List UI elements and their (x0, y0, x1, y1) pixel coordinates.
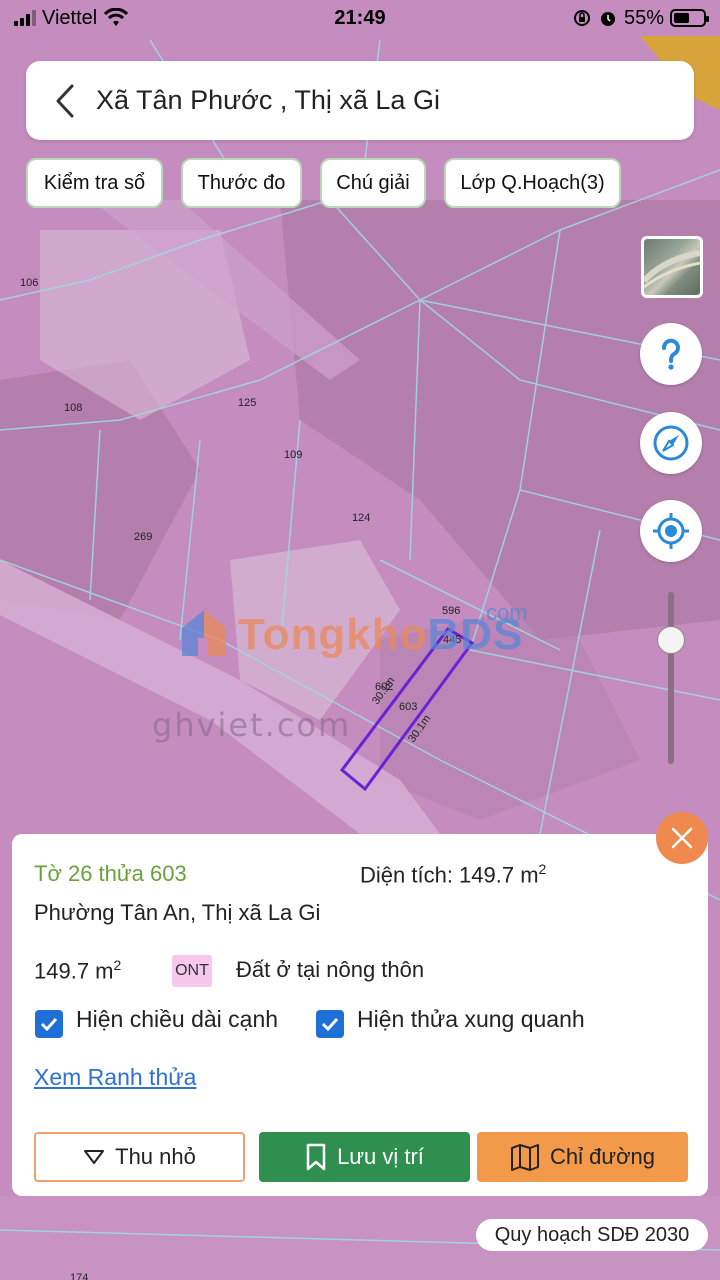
wifi-icon (104, 8, 129, 26)
collapse-button[interactable]: Thu nhỏ (34, 1132, 245, 1182)
parcel-number: 125 (238, 397, 257, 409)
area-value: 149.7 m2 (34, 957, 122, 984)
parcel-number: 174 (70, 1272, 89, 1280)
battery-percent: 55% (623, 6, 664, 29)
parcel-number: 109 (284, 449, 303, 461)
zoom-slider-track[interactable] (668, 592, 674, 764)
compass-icon (653, 425, 689, 461)
close-button[interactable] (656, 812, 708, 864)
signal-icon (14, 10, 36, 26)
edge-length-checkbox[interactable] (35, 1010, 63, 1038)
help-icon (662, 338, 680, 370)
triangle-down-icon (84, 1150, 105, 1164)
parcel-number: 108 (64, 402, 83, 414)
chip-check-book[interactable]: Kiểm tra sổ (26, 158, 163, 208)
save-location-button[interactable]: Lưu vị trí (259, 1132, 470, 1182)
collapse-label: Thu nhỏ (115, 1144, 196, 1169)
status-right: 55% (466, 6, 709, 30)
check-icon (321, 1017, 339, 1031)
carrier-name: Viettel (42, 6, 98, 29)
edge-length-label[interactable]: Hiện chiều dài cạnh (76, 1006, 278, 1033)
directions-label: Chỉ đường (550, 1144, 655, 1169)
location-header[interactable]: Xã Tân Phước , Thị xã La Gi (26, 61, 694, 140)
chip-legend[interactable]: Chú giải (320, 158, 426, 208)
check-icon (40, 1017, 58, 1031)
area-label: Diện tích: 149.7 m2 (360, 861, 547, 888)
map-icon (511, 1144, 539, 1171)
faint-watermark: ghviet.com (152, 706, 352, 744)
planning-layer-label[interactable]: Quy hoạch SDĐ 2030 (476, 1219, 708, 1251)
back-icon[interactable] (50, 81, 80, 121)
directions-button[interactable]: Chỉ đường (477, 1132, 688, 1182)
alarm-icon (600, 12, 615, 26)
locate-icon (653, 513, 689, 549)
location-title: Xã Tân Phước , Thị xã La Gi (96, 85, 440, 115)
save-location-label: Lưu vị trí (337, 1144, 424, 1169)
watermark-logo: Tongkho BDS .com (178, 600, 528, 660)
house-logo-icon (182, 610, 226, 656)
parcel-number: 269 (134, 531, 153, 543)
clock: 21:49 (334, 6, 386, 29)
compass-button[interactable] (640, 412, 702, 474)
parcel-number: 124 (352, 512, 371, 524)
rotation-lock-icon (573, 10, 590, 26)
map-layer-thumbnail[interactable] (641, 236, 703, 298)
close-icon (671, 827, 693, 849)
watermark-text-a: Tongkho (238, 610, 428, 659)
zoom-slider-handle[interactable] (657, 626, 685, 655)
view-boundary-link[interactable]: Xem Ranh thửa (34, 1064, 196, 1091)
parcel-id: Tờ 26 thửa 603 (34, 861, 187, 886)
bookmark-icon (306, 1143, 326, 1171)
neighbors-label[interactable]: Hiện thửa xung quanh (357, 1006, 585, 1033)
watermark-domain: .com (480, 600, 528, 625)
parcel-number: 603 (399, 701, 418, 713)
chip-ruler[interactable]: Thước đo (181, 158, 302, 208)
land-code-badge: ONT (172, 955, 212, 987)
status-bar: Viettel 21:49 55% (0, 0, 720, 36)
neighbors-checkbox[interactable] (316, 1010, 344, 1038)
parcel-address: Phường Tân An, Thị xã La Gi (34, 900, 321, 925)
land-type: Đất ở tại nông thôn (236, 957, 425, 982)
locate-button[interactable] (640, 500, 702, 562)
chip-planning-layers[interactable]: Lớp Q.Hoạch(3) (444, 158, 621, 208)
help-button[interactable] (640, 323, 702, 385)
battery-icon (670, 9, 709, 27)
status-left: Viettel (14, 7, 254, 30)
parcel-number: 106 (20, 277, 39, 289)
